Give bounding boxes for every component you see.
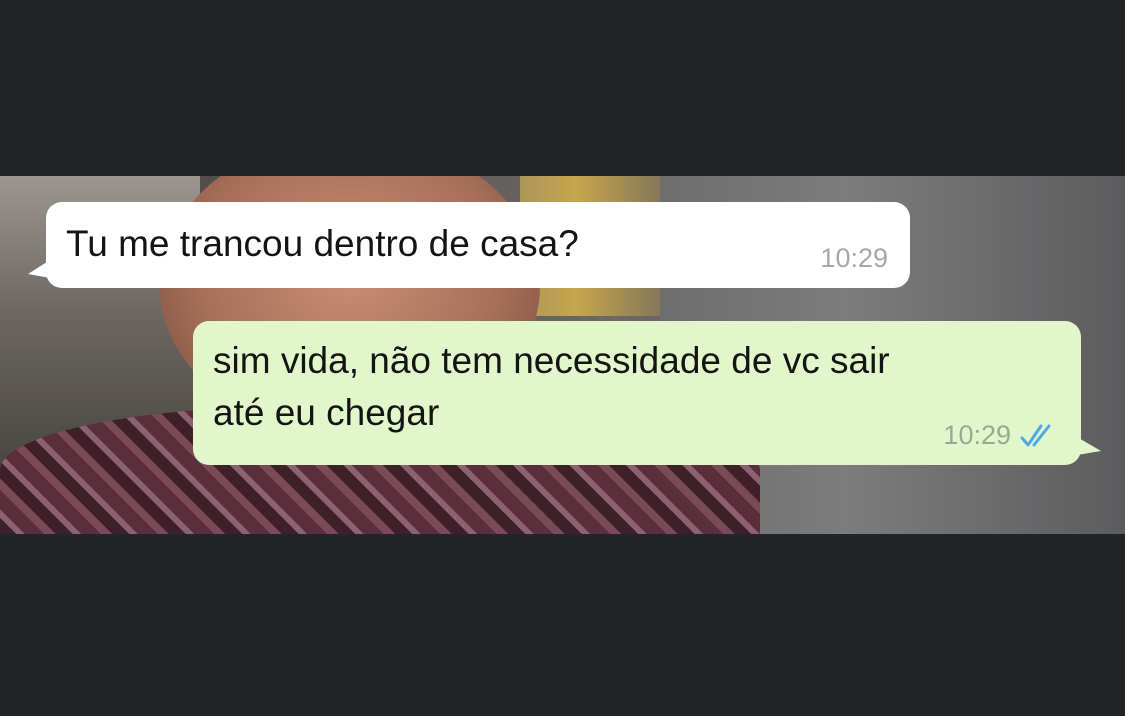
screenshot-frame: Tu me trancou dentro de casa? 10:29 sim … bbox=[0, 0, 1125, 716]
incoming-message-bubble[interactable]: Tu me trancou dentro de casa? 10:29 bbox=[28, 202, 910, 288]
incoming-message-text: Tu me trancou dentro de casa? bbox=[66, 223, 579, 264]
outgoing-message-text: sim vida, não tem necessidade de vc sair… bbox=[213, 340, 890, 433]
outgoing-message-bubble[interactable]: sim vida, não tem necessidade de vc sair… bbox=[193, 321, 1101, 465]
outgoing-message-time: 10:29 bbox=[943, 420, 1011, 450]
double-check-read-icon bbox=[1020, 424, 1051, 447]
chat-background: Tu me trancou dentro de casa? 10:29 sim … bbox=[0, 176, 1125, 534]
incoming-message-time: 10:29 bbox=[820, 243, 888, 273]
